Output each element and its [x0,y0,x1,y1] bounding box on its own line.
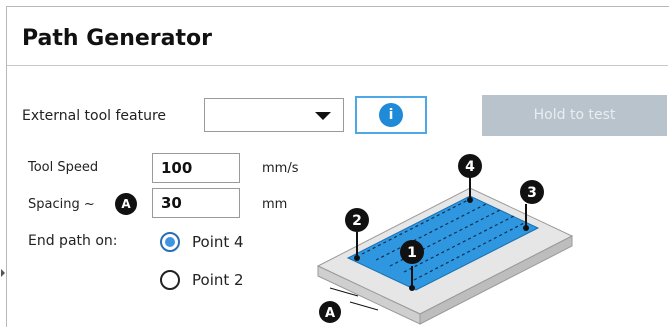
page-title: Path Generator [22,26,212,51]
hold-to-test-button[interactable]: Hold to test [482,95,667,136]
svg-text:1: 1 [407,245,417,261]
svg-text:3: 3 [527,185,537,201]
info-icon: i [379,103,403,127]
spacing-label: Spacing ~ [28,197,95,212]
marker-1: 1 [400,240,424,264]
radio-point-2[interactable] [160,270,180,290]
radio-point-2-label[interactable]: Point 2 [192,271,244,289]
marker-4: 4 [458,154,482,178]
marker-a: A [319,301,341,323]
external-tool-label: External tool feature [22,108,167,124]
radio-point-4-label[interactable]: Point 4 [192,233,244,251]
spacing-badge: A [115,193,137,215]
marker-3: 3 [520,180,544,204]
tool-speed-input[interactable]: 100 [152,153,240,183]
external-tool-dropdown[interactable] [204,98,344,132]
title-divider [7,65,668,66]
end-path-label: End path on: [28,233,118,249]
collapse-handle-icon[interactable] [0,266,6,280]
svg-text:A: A [325,306,335,321]
tool-speed-unit: mm/s [262,161,299,176]
svg-text:4: 4 [465,159,475,175]
spacing-unit: mm [262,197,288,212]
path-diagram: 2 4 3 1 A [316,154,574,325]
info-button[interactable]: i [355,96,427,134]
tool-speed-label: Tool Speed [28,160,99,175]
spacing-input[interactable]: 30 [152,188,240,218]
marker-2: 2 [345,208,369,232]
svg-text:2: 2 [352,213,362,229]
chevron-down-icon [315,112,331,120]
radio-point-4[interactable] [160,232,180,252]
